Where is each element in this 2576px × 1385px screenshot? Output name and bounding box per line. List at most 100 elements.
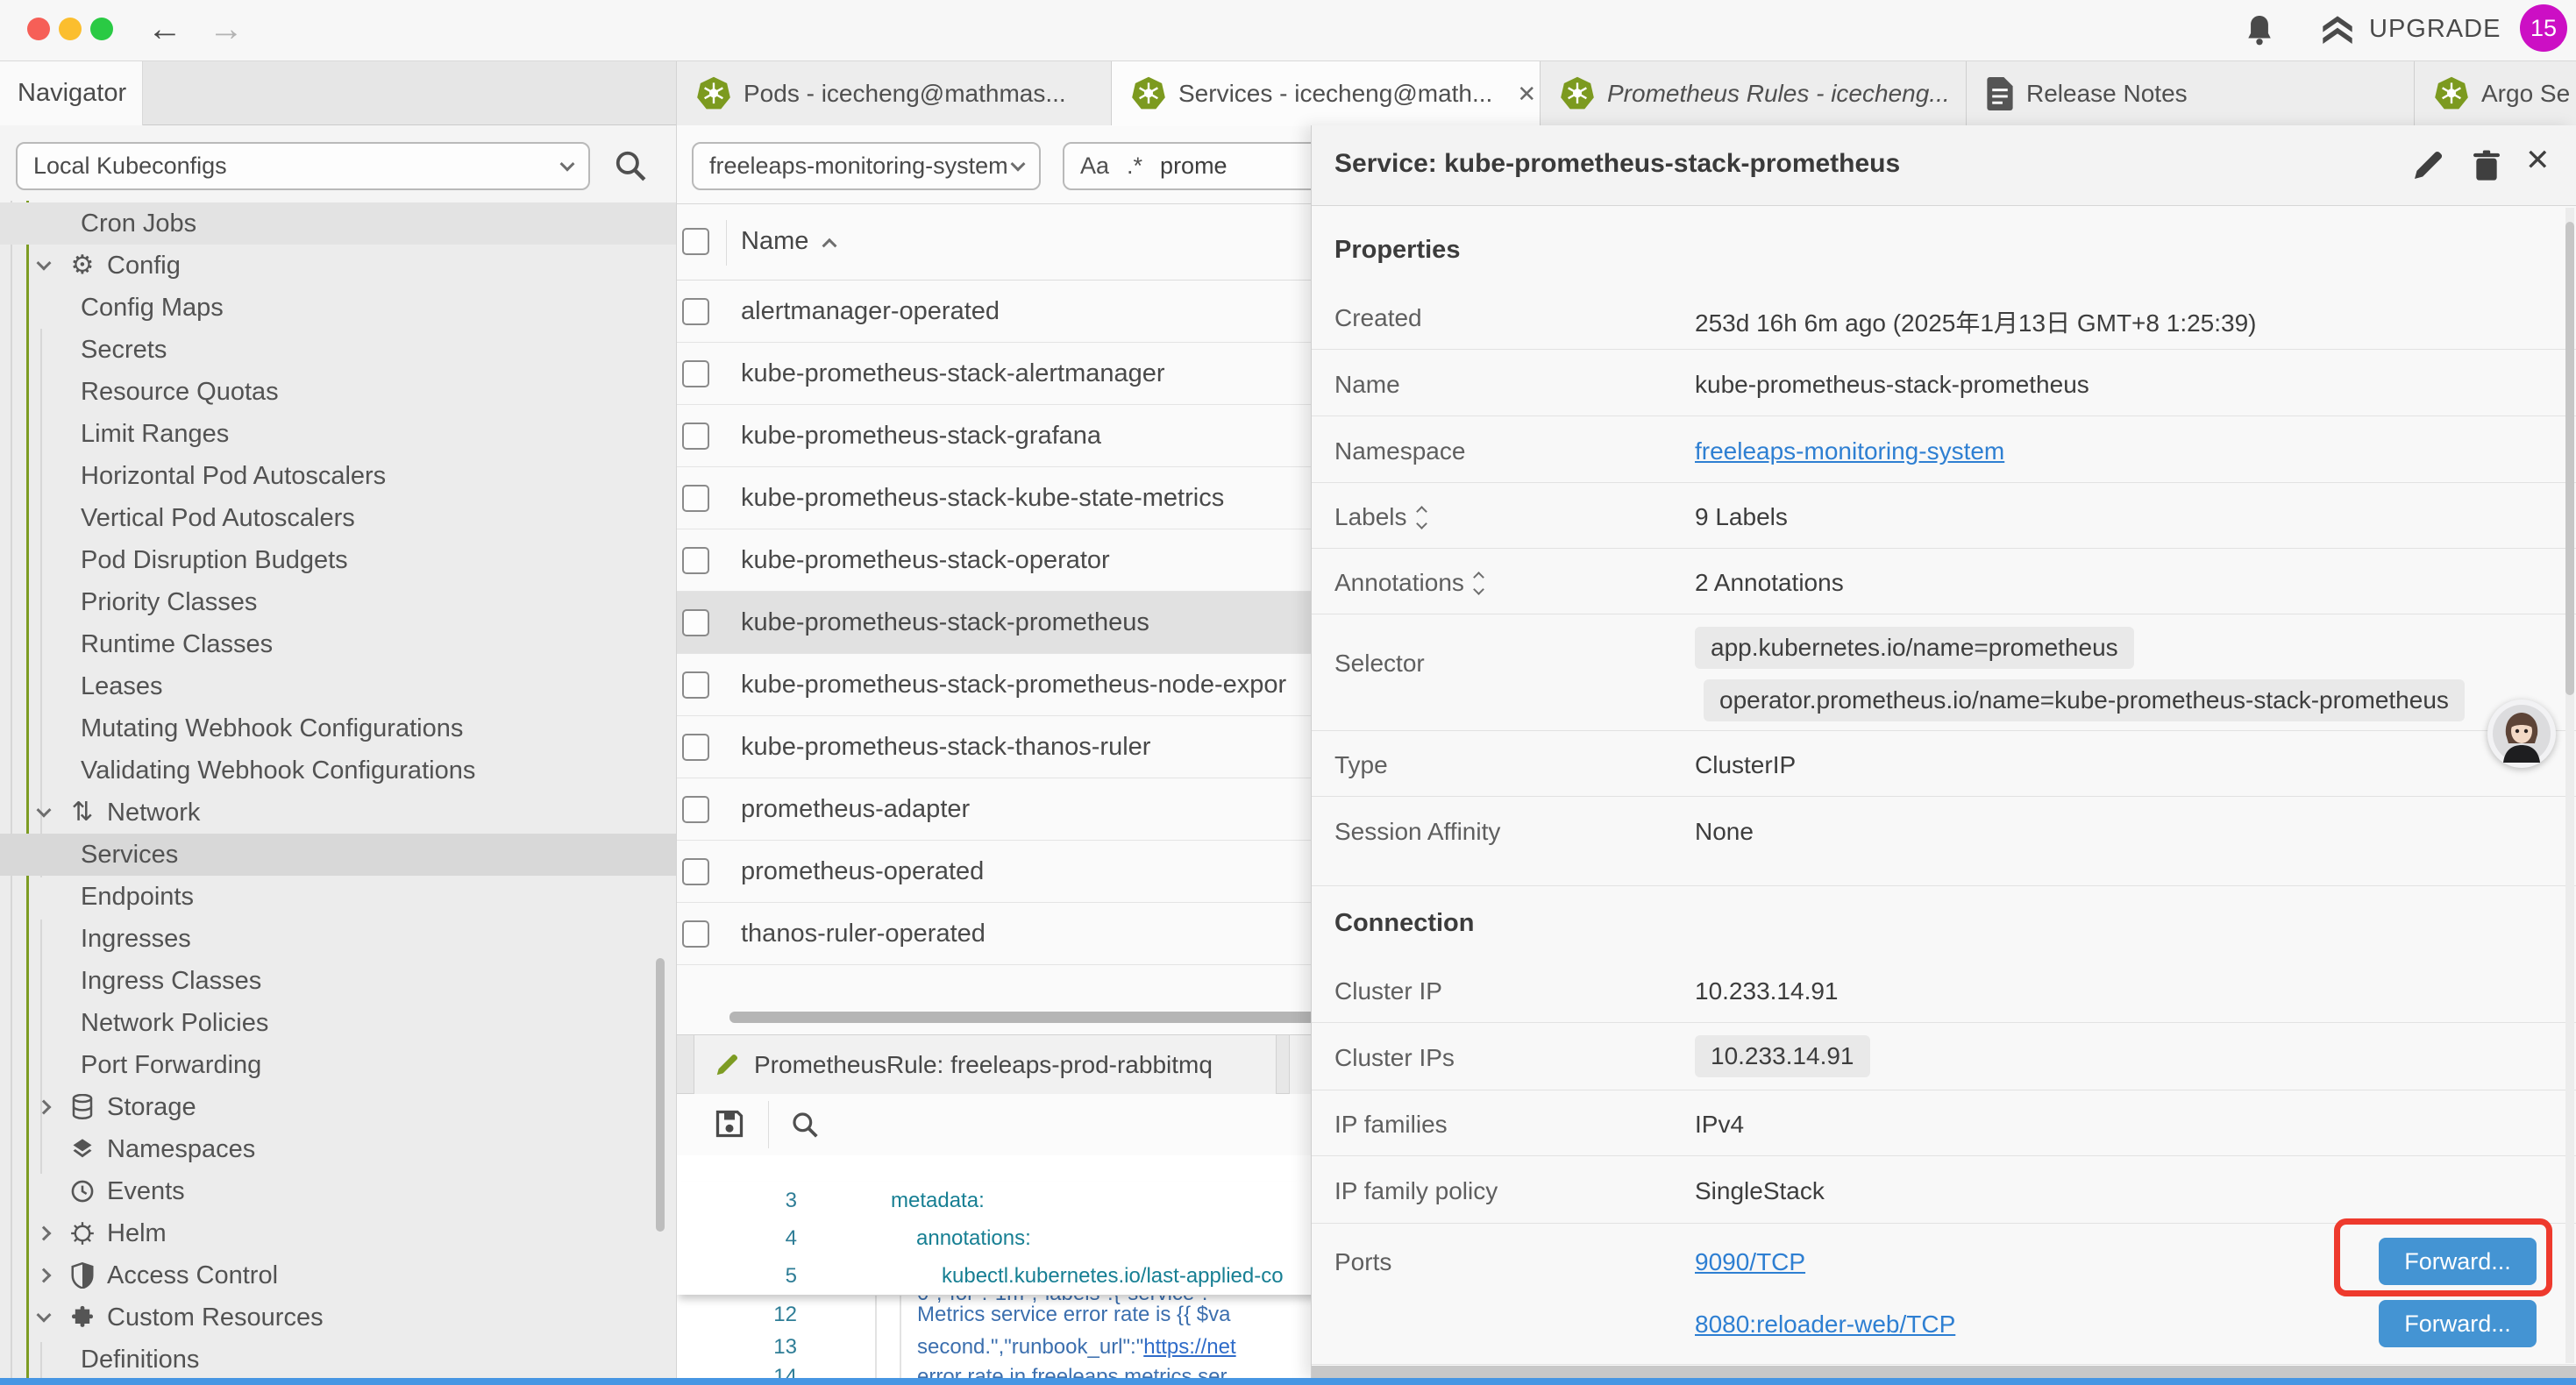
row-checkbox[interactable] [682,360,709,387]
namespace-selector[interactable]: freeleaps-monitoring-system [692,142,1041,190]
drawer-scrollbar-thumb[interactable] [2565,222,2574,695]
chevron-down-icon [560,156,575,171]
sidebar-item-horizontal-pod-autoscalers[interactable]: Horizontal Pod Autoscalers [0,455,676,497]
tab-release-notes[interactable]: Release Notes [1967,61,2415,125]
sort-ascending-icon [822,238,837,252]
connection-row-cluster-ips: Cluster IPs 10.233.14.91 [1312,1023,2576,1090]
kubernetes-icon [1560,76,1595,111]
port-forward-button[interactable]: Forward... [2379,1300,2537,1347]
sidebar-item-network-policies[interactable]: Network Policies [0,1002,676,1044]
save-icon[interactable] [714,1108,745,1140]
sidebar-item-secrets[interactable]: Secrets [0,329,676,371]
drawer-horizontal-scrollbar[interactable] [1312,1366,2576,1378]
sidebar-item-validating-webhook-configurations[interactable]: Validating Webhook Configurations [0,749,676,792]
notifications-bell-icon[interactable] [2245,13,2274,48]
namespace-link[interactable]: freeleaps-monitoring-system [1695,437,2004,465]
tab-prometheus-rules[interactable]: Prometheus Rules - icecheng... [1541,61,1967,125]
row-checkbox[interactable] [682,485,709,512]
expand-collapse-icon[interactable] [1475,573,1483,593]
navigator-panel-tab[interactable]: Navigator [0,61,143,125]
sidebar-item-resource-quotas[interactable]: Resource Quotas [0,371,676,413]
close-window-button[interactable] [27,18,50,40]
forward-arrow-icon[interactable]: → [209,10,244,48]
minimize-window-button[interactable] [59,18,82,40]
sidebar-item-limit-ranges[interactable]: Limit Ranges [0,413,676,455]
sidebar-item-vertical-pod-autoscalers[interactable]: Vertical Pod Autoscalers [0,497,676,539]
port-link[interactable]: 8080:reloader-web/TCP [1695,1310,1955,1339]
maximize-window-button[interactable] [90,18,113,40]
tab-label: Prometheus Rules - icecheng... [1607,80,1950,108]
back-arrow-icon[interactable]: ← [147,10,182,48]
sidebar-item-runtime-classes[interactable]: Runtime Classes [0,623,676,665]
sidebar-item-endpoints[interactable]: Endpoints [0,876,676,918]
edit-pencil-icon[interactable] [2410,148,2445,183]
kubernetes-icon [696,76,731,111]
sidebar-item-mutating-webhook-configurations[interactable]: Mutating Webhook Configurations [0,707,676,749]
editor-search-icon[interactable] [791,1111,819,1139]
select-all-checkbox[interactable] [682,228,709,255]
editor-tab-prometheusrule[interactable]: PrometheusRule: freeleaps-prod-rabbitmq [694,1035,1277,1095]
upgrade-label[interactable]: UPGRADE [2369,15,2501,44]
property-row-created: Created 253d 16h 6m ago (2025年1月13日 GMT+… [1312,283,2576,350]
sidebar-item-pod-disruption-budgets[interactable]: Pod Disruption Budgets [0,539,676,581]
close-drawer-icon[interactable]: ✕ [2525,143,2560,178]
name-value: kube-prometheus-stack-prometheus [1695,371,2089,399]
row-checkbox[interactable] [682,858,709,885]
sidebar-item-namespaces[interactable]: Namespaces [0,1128,676,1170]
sidebar-item-ingresses[interactable]: Ingresses [0,918,676,960]
chevron-down-icon [1011,156,1026,171]
search-icon[interactable] [614,149,647,182]
sidebar-item-priority-classes[interactable]: Priority Classes [0,581,676,623]
ip-families-value: IPv4 [1695,1111,1744,1139]
puzzle-icon [67,1305,98,1330]
tab-label: Argo Se [2481,80,2570,108]
tab-label: Services - icecheng@math... [1178,80,1492,108]
row-checkbox[interactable] [682,547,709,574]
tab-pods[interactable]: Pods - icecheng@mathmas... [677,61,1112,125]
row-checkbox[interactable] [682,734,709,761]
code-link[interactable]: https://net [1143,1335,1235,1359]
sidebar-item-cron-jobs[interactable]: Cron Jobs [0,202,676,245]
sidebar-item-ingress-classes[interactable]: Ingress Classes [0,960,676,1002]
notification-count-badge[interactable]: 15 [2520,4,2567,52]
sidebar-item-network[interactable]: ⇅Network [0,792,676,834]
sidebar-item-port-forwarding[interactable]: Port Forwarding [0,1044,676,1086]
sidebar-item-config[interactable]: ⚙Config [0,245,676,287]
expand-collapse-icon[interactable] [1418,508,1426,528]
match-case-toggle[interactable]: Aa [1080,153,1109,180]
sidebar-toolbar: Local Kubeconfigs [0,125,676,204]
port-link[interactable]: 9090/TCP [1695,1248,1805,1276]
sidebar-item-access-control[interactable]: Access Control [0,1254,676,1296]
sidebar-item-custom-resources[interactable]: Custom Resources [0,1296,676,1339]
sidebar-item-leases[interactable]: Leases [0,665,676,707]
created-value: 253d 16h 6m ago (2025年1月13日 GMT+8 1:25:3… [1695,304,2257,339]
kubeconfig-selector[interactable]: Local Kubeconfigs [16,142,590,190]
row-checkbox[interactable] [682,796,709,823]
user-avatar[interactable] [2487,700,2556,768]
tab-argo[interactable]: Argo Se [2415,61,2576,125]
row-checkbox[interactable] [682,423,709,450]
sidebar-item-services[interactable]: Services [0,834,676,876]
close-tab-icon[interactable]: ✕ [1517,81,1536,108]
row-checkbox[interactable] [682,609,709,636]
regex-toggle[interactable]: .* [1127,153,1142,180]
tab-services[interactable]: Services - icecheng@math... ✕ [1112,61,1541,126]
upgrade-icon[interactable] [2320,13,2355,48]
row-checkbox[interactable] [682,920,709,948]
tab-label: Pods - icecheng@mathmas... [744,80,1066,108]
drawer-header: Service: kube-prometheus-stack-prometheu… [1312,125,2576,206]
sidebar-item-helm[interactable]: Helm [0,1212,676,1254]
sidebar-item-config-maps[interactable]: Config Maps [0,287,676,329]
property-row-labels: Labels 9 Labels [1312,483,2576,549]
selector-chip: app.kubernetes.io/name=prometheus [1695,627,2134,669]
name-column-header[interactable]: Name [741,227,835,256]
sidebar-item-definitions[interactable]: Definitions [0,1339,676,1378]
delete-trash-icon[interactable] [2469,148,2504,183]
row-checkbox[interactable] [682,298,709,325]
sidebar-item-events[interactable]: Events [0,1170,676,1212]
kubeconfig-selector-value: Local Kubeconfigs [33,153,227,180]
sidebar-scrollbar-thumb[interactable] [656,958,665,1232]
search-input[interactable]: Aa .* prome [1063,142,1334,190]
sidebar-item-storage[interactable]: Storage [0,1086,676,1128]
row-checkbox[interactable] [682,671,709,699]
